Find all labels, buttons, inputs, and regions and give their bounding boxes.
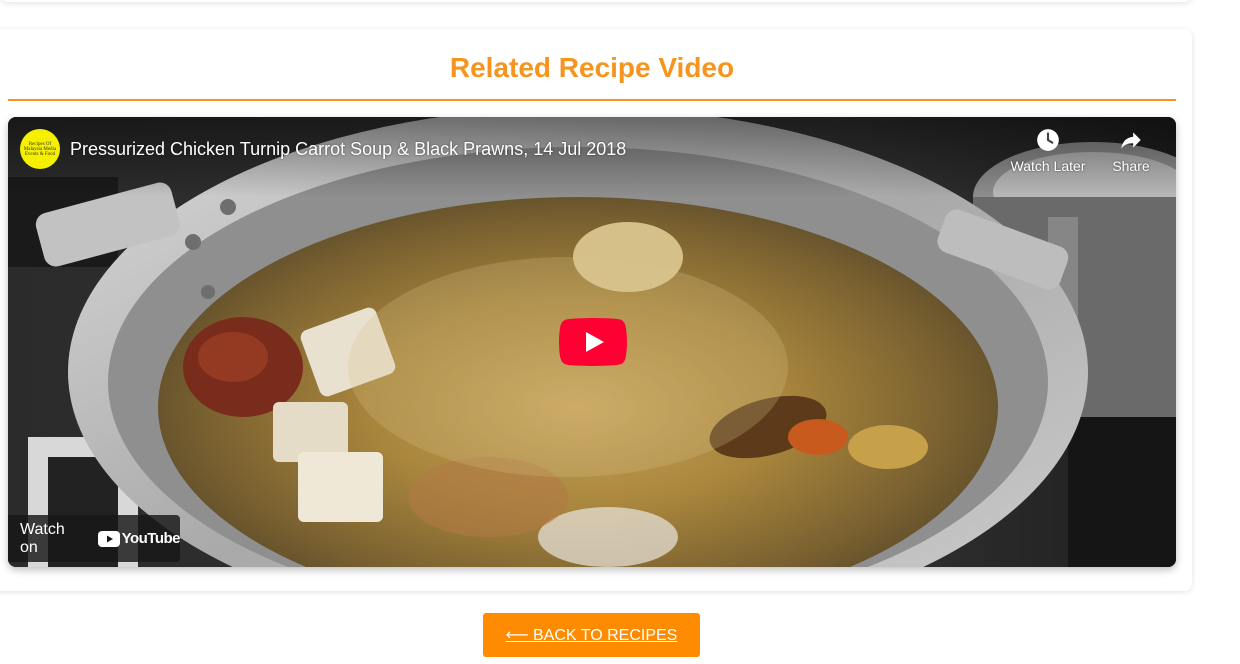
previous-card-edge — [0, 0, 1192, 2]
section-title: Related Recipe Video — [449, 52, 735, 83]
play-icon[interactable] — [559, 318, 627, 366]
watch-on-youtube-button[interactable]: Watch on YouTube — [8, 515, 181, 562]
channel-avatar[interactable]: Recipes Of Malaysia Media Events & Food — [20, 129, 60, 169]
youtube-embed[interactable]: Recipes Of Malaysia Media Events & Food … — [8, 117, 1176, 567]
share-arrow-icon — [1121, 132, 1141, 149]
video-title[interactable]: Pressurized Chicken Turnip Carrot Soup &… — [70, 138, 626, 160]
share-label: Share — [1112, 158, 1150, 174]
share-button[interactable]: Share — [1088, 127, 1174, 183]
watch-later-label: Watch Later — [1010, 158, 1086, 174]
watch-later-button[interactable]: Watch Later — [1005, 127, 1091, 183]
youtube-wordmark: YouTube — [121, 530, 181, 547]
youtube-logo-icon — [97, 530, 120, 547]
clock-icon — [1037, 129, 1059, 151]
title-divider — [8, 99, 1176, 101]
channel-avatar-text: Recipes Of Malaysia Media Events & Food — [23, 141, 57, 157]
watch-on-label: Watch on — [20, 520, 65, 556]
back-to-recipes-button[interactable]: ⟵ BACK TO RECIPES — [483, 613, 700, 657]
youtube-logo: YouTube — [97, 530, 181, 547]
